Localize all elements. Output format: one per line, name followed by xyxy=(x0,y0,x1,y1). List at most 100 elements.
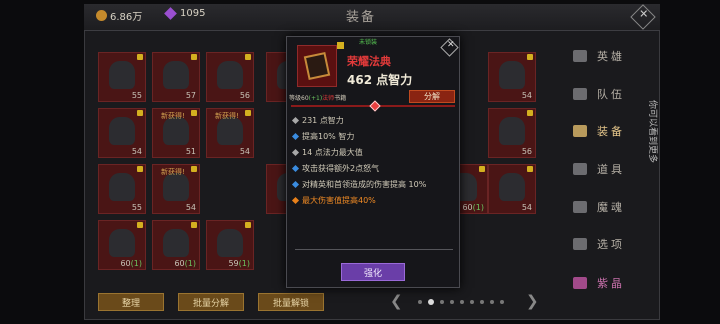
page-dot[interactable] xyxy=(460,300,464,304)
sidebar-item-souls[interactable]: 魔魂 xyxy=(573,196,653,218)
inventory-slot[interactable]: 54 xyxy=(98,108,146,158)
sidebar: 英雄 队伍 装备 道具 魔魂 选项 紫晶 xyxy=(565,40,660,310)
page-dot[interactable] xyxy=(418,300,422,304)
chevron-right-icon[interactable]: ❯ xyxy=(526,292,539,310)
heroes-icon xyxy=(573,50,587,62)
flag-icon xyxy=(573,88,587,100)
salvage-button[interactable]: 分解 xyxy=(409,90,455,103)
equipment-item-icon xyxy=(217,117,243,145)
item-name: 荣耀法典 xyxy=(347,55,391,68)
lock-icon xyxy=(527,110,533,116)
slot-level: 56 xyxy=(521,147,532,156)
sidebar-item-team[interactable]: 队伍 xyxy=(573,83,653,105)
stat-line: 14 点法力最大值 xyxy=(291,147,363,158)
stat-line: 对精英和首领造成的伤害提高 10% xyxy=(291,179,426,190)
bulk-unlock-button[interactable]: 批量解锁 xyxy=(258,293,324,311)
inventory-slot[interactable]: 54 xyxy=(488,52,536,102)
tooltip-close-button[interactable]: ✕ xyxy=(440,38,459,57)
lock-icon xyxy=(527,54,533,60)
slot-level: 54 xyxy=(185,203,196,212)
equipment-item-icon xyxy=(499,117,525,145)
equipment-item-icon xyxy=(163,229,189,257)
sidebar-item-equipment[interactable]: 装备 xyxy=(573,120,653,142)
equipment-item-icon xyxy=(217,229,243,257)
equipment-item-icon xyxy=(109,117,135,145)
diamond-bullet-icon xyxy=(291,148,300,157)
lock-icon xyxy=(527,166,533,172)
sidebar-item-amethyst[interactable]: 紫晶 xyxy=(573,272,653,294)
inventory-slot[interactable]: 新获得! 54 xyxy=(152,164,200,214)
inventory-slot[interactable]: 56 xyxy=(488,108,536,158)
sidebar-item-heroes[interactable]: 英雄 xyxy=(573,45,653,67)
close-icon: ✕ xyxy=(639,7,649,21)
equipment-item-icon xyxy=(109,61,135,89)
new-item-tag: 新获得! xyxy=(161,112,185,120)
slot-level: 55 xyxy=(131,203,142,212)
flame-icon xyxy=(573,201,587,213)
enhance-button[interactable]: 强化 xyxy=(341,263,405,281)
close-icon: ✕ xyxy=(446,40,455,51)
slot-level: 60(1) xyxy=(462,203,484,212)
inventory-slot[interactable]: 新获得! 54 xyxy=(206,108,254,158)
equipment-item-icon xyxy=(499,61,525,89)
page-dot[interactable] xyxy=(490,300,494,304)
equipment-item-icon xyxy=(499,173,525,201)
sidebar-item-items[interactable]: 道具 xyxy=(573,158,653,180)
diamond-bullet-icon xyxy=(291,164,300,173)
page-dot[interactable] xyxy=(480,300,484,304)
inventory-slot[interactable]: 59(1) xyxy=(206,220,254,270)
diamond-bullet-icon xyxy=(291,132,300,141)
lock-icon xyxy=(245,54,251,60)
lock-icon xyxy=(191,166,197,172)
page-dot[interactable] xyxy=(440,300,444,304)
page-dot[interactable] xyxy=(450,300,454,304)
inventory-slot[interactable]: 55 xyxy=(98,52,146,102)
slot-level: 60(1) xyxy=(120,259,142,268)
lock-icon xyxy=(191,222,197,228)
lock-icon xyxy=(137,110,143,116)
slot-level: 56 xyxy=(239,91,250,100)
inventory-slot[interactable]: 60(1) xyxy=(152,220,200,270)
stat-line: 攻击获得额外2点怒气 xyxy=(291,163,379,174)
inventory-slot[interactable]: 55 xyxy=(98,164,146,214)
new-item-tag: 新获得! xyxy=(161,168,185,176)
lock-icon[interactable] xyxy=(337,42,344,49)
gem-amount: 1095 xyxy=(180,8,206,19)
lock-icon xyxy=(479,166,485,172)
legendary-stat-line: 最大伤害值提高40% xyxy=(291,195,376,206)
lock-icon xyxy=(245,222,251,228)
equipment-item-icon xyxy=(163,61,189,89)
lock-icon xyxy=(137,166,143,172)
page-dot-active[interactable] xyxy=(428,299,434,305)
purple-gem-icon xyxy=(164,7,177,20)
page-dot[interactable] xyxy=(470,300,474,304)
ruby-gem-icon xyxy=(369,100,381,112)
slot-level: 54 xyxy=(521,91,532,100)
new-item-tag: 新获得! xyxy=(215,112,239,120)
sidebar-item-options[interactable]: 选项 xyxy=(573,233,653,255)
slot-level: 59(1) xyxy=(228,259,250,268)
page-indicator: ❮ ❯ xyxy=(390,292,540,310)
chevron-left-icon[interactable]: ❮ xyxy=(390,292,403,310)
slot-level: 54 xyxy=(521,203,532,212)
equipment-item-icon xyxy=(163,117,189,145)
inventory-slot[interactable]: 新获得! 51 xyxy=(152,108,200,158)
lock-icon xyxy=(191,110,197,116)
lock-icon xyxy=(137,54,143,60)
tome-icon xyxy=(303,51,331,81)
stat-line: 231 点智力 xyxy=(291,115,344,126)
inventory-slot[interactable]: 60(1) xyxy=(98,220,146,270)
bulk-salvage-button[interactable]: 批量分解 xyxy=(178,293,244,311)
sort-button[interactable]: 整理 xyxy=(98,293,164,311)
inventory-slot[interactable]: 56 xyxy=(206,52,254,102)
slot-level: 57 xyxy=(185,91,196,100)
item-main-stat: 462 点智力 xyxy=(347,73,413,87)
side-hint-text: 你可以看到更多 xyxy=(647,100,660,163)
page-dot[interactable] xyxy=(500,300,504,304)
slot-level: 55 xyxy=(131,91,142,100)
unlocked-badge: 未锁装 xyxy=(359,39,378,46)
inventory-slot[interactable]: 54 xyxy=(488,164,536,214)
gold-coin-icon xyxy=(96,10,107,21)
slot-level: 54 xyxy=(239,147,250,156)
inventory-slot[interactable]: 57 xyxy=(152,52,200,102)
